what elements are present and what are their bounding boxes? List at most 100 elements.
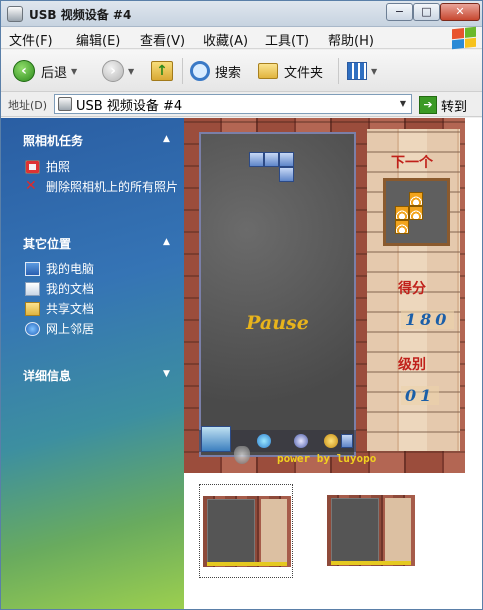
go-arrow-icon: ➔ [419,96,437,114]
close-button[interactable]: ✕ [440,3,480,21]
other-places-header[interactable]: 其它位置 [23,235,71,252]
toolbar-separator [182,58,183,84]
menu-edit[interactable]: 编辑(E) [76,30,120,49]
views-button[interactable]: ▼ [347,58,377,84]
credit-text: power by luyopo [277,452,377,465]
my-computer-label: 我的电脑 [46,262,95,276]
level-value: 01 [401,386,440,405]
documents-icon [25,282,40,296]
pause-text: Pause [246,312,309,334]
computer-icon [25,262,40,276]
back-dropdown-icon[interactable]: ▼ [71,67,77,76]
thumb-strip [207,562,287,566]
address-dropdown-icon[interactable]: ▼ [396,96,410,112]
shared-folder-icon [25,302,40,316]
task-pane: 照相机任务 ▲ 拍照 ✕ 删除照相机上的所有照片 其它位置 ▲ 我的电脑 我的文… [1,118,184,609]
folders-label: 文件夹 [284,65,324,81]
camera-device-icon [58,97,72,111]
delete-all-photos-label: 删除照相机上的所有照片 [46,180,179,194]
views-grid-icon [347,62,367,80]
photo-preview[interactable]: Pause power by luyopo 下一个 得分 180 级别 01 [184,118,465,473]
falling-block [279,152,294,167]
take-photo-link[interactable]: 拍照 [25,160,181,174]
next-piece-block [395,206,409,220]
my-documents-label: 我的文档 [46,282,95,296]
game-board: Pause [199,132,356,457]
address-label: 地址(D) [8,99,48,112]
forward-button[interactable]: › ▼ [102,58,134,84]
folders-button[interactable]: 文件夹 [258,58,323,84]
take-photo-icon [25,160,40,174]
logo-icon [234,446,250,464]
score-value: 180 [401,310,455,329]
minimize-button[interactable]: − [386,3,413,21]
go-label: 转到 [441,99,468,115]
thumbnail-image [203,496,291,567]
forward-dropdown-icon[interactable]: ▼ [128,67,134,76]
delete-x-icon: ✕ [25,178,37,194]
up-folder-button[interactable]: ↑ [151,58,173,84]
next-piece-box [383,178,450,246]
shared-documents-link[interactable]: 共享文档 [25,302,181,316]
go-button[interactable]: ➔ 转到 [419,95,467,115]
take-photo-label: 拍照 [46,160,71,174]
address-input[interactable]: USB 视频设备 #4 ▼ [54,94,412,114]
my-documents-link[interactable]: 我的文档 [25,282,181,296]
expand-chevron-icon[interactable]: ▼ [163,369,170,379]
menu-view[interactable]: 查看(V) [140,30,185,49]
toolbar-separator [338,58,339,84]
stacked-blocks [201,426,231,452]
network-places-link[interactable]: 网上邻居 [25,322,181,336]
up-folder-icon: ↑ [151,61,173,81]
network-icon [25,322,40,336]
falling-block [264,152,279,167]
maximize-button[interactable]: □ [413,3,440,21]
photo-thumbnail[interactable] [324,484,418,578]
next-piece-block [409,206,423,220]
back-label: 后退 [41,65,68,81]
title-bar[interactable]: USB 视频设备 #4 − □ ✕ [1,1,482,27]
address-bar: 地址(D) USB 视频设备 #4 ▼ ➔ 转到 [1,92,482,117]
collapse-chevron-icon[interactable]: ▲ [163,237,170,247]
next-label: 下一个 [391,155,433,171]
windows-logo-icon [452,26,476,50]
thumbnail-image [327,495,415,566]
thumb-side [261,499,287,563]
collapse-chevron-icon[interactable]: ▲ [163,134,170,144]
search-button[interactable]: 搜索 [190,58,241,84]
back-arrow-icon: ‹ [13,60,35,82]
sound-icon [324,434,338,448]
details-header[interactable]: 详细信息 [23,367,71,384]
next-piece-block [395,220,409,234]
network-places-label: 网上邻居 [46,322,95,336]
score-label: 得分 [398,281,426,297]
falling-block [279,167,294,182]
delete-all-photos-link[interactable]: ✕ 删除照相机上的所有照片 [25,178,181,194]
back-button[interactable]: ‹ 后退 ▼ [13,58,77,84]
explorer-window: USB 视频设备 #4 − □ ✕ 文件(F) 编辑(E) 查看(V) 收藏(A… [0,0,483,610]
views-dropdown-icon[interactable]: ▼ [371,67,377,76]
thumb-strip [331,561,411,565]
address-value: USB 视频设备 #4 [76,98,183,114]
window-title: USB 视频设备 #4 [29,8,132,22]
thumb-board [331,498,379,562]
next-piece-block [409,192,423,206]
menu-file[interactable]: 文件(F) [9,30,53,49]
folder-icon [258,63,278,79]
menu-help[interactable]: 帮助(H) [328,30,374,49]
photo-thumbnail[interactable] [199,484,293,578]
level-label: 级别 [398,357,426,373]
forward-arrow-icon: › [102,60,124,82]
camera-tasks-header[interactable]: 照相机任务 [23,132,83,149]
info-icon [294,434,308,448]
menu-favorites[interactable]: 收藏(A) [203,30,248,49]
menu-tools[interactable]: 工具(T) [265,30,309,49]
falling-block [249,152,264,167]
globe-icon [257,434,271,448]
menu-bar: 文件(F) 编辑(E) 查看(V) 收藏(A) 工具(T) 帮助(H) [1,26,482,50]
content-area: Pause power by luyopo 下一个 得分 180 级别 01 [184,118,482,609]
search-label: 搜索 [215,65,242,81]
my-computer-link[interactable]: 我的电脑 [25,262,181,276]
search-icon [190,61,210,81]
game-footer-bar [199,426,356,452]
